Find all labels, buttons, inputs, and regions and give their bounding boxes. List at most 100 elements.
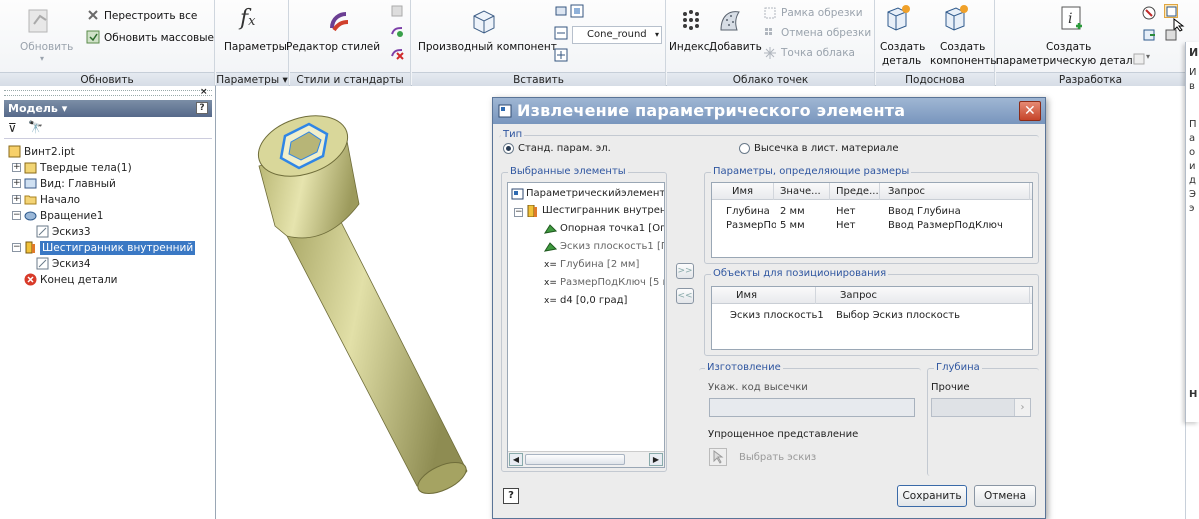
scroll-right-button[interactable]: ▶ — [649, 453, 663, 466]
col-prompt[interactable]: Запрос — [816, 287, 1030, 304]
dialog-close-button[interactable]: ✕ — [1019, 101, 1041, 121]
insert-small-icon-1[interactable] — [554, 4, 568, 18]
save-button[interactable]: Сохранить — [897, 485, 967, 507]
param-row-name[interactable]: РазмерПод — [726, 219, 776, 232]
dev-small-icon-1[interactable] — [1132, 52, 1146, 66]
derived-component-button[interactable]: Производный компонент — [418, 40, 557, 54]
col-value[interactable]: Значе... — [774, 183, 830, 200]
add-to-params-button[interactable]: >> — [676, 263, 694, 279]
selected-item[interactable]: Эскиз плоскость1 [Пл — [560, 240, 664, 254]
scroll-left-button[interactable]: ◀ — [509, 453, 523, 466]
help-button[interactable]: ? — [503, 488, 519, 504]
pos-row-name[interactable]: Эскиз плоскость1 — [730, 309, 824, 322]
create-param-part-icon[interactable]: i — [1056, 4, 1086, 34]
help-icon[interactable]: ? — [196, 102, 208, 114]
params-button[interactable]: Параметры — [224, 40, 287, 54]
radio-standard[interactable] — [503, 143, 514, 154]
scroll-thumb[interactable] — [525, 454, 625, 465]
col-name[interactable]: Имя — [712, 183, 774, 200]
collapse-icon[interactable]: − — [12, 211, 21, 220]
create-components-line1[interactable]: Создать — [940, 40, 985, 54]
insert-small-icon-2[interactable] — [570, 4, 584, 18]
group-params-label[interactable]: Параметры ▾ — [216, 72, 288, 86]
filter-icon[interactable]: ⊽ — [8, 121, 17, 135]
create-components-line2[interactable]: компоненты — [930, 54, 999, 68]
radio-sheet-punch-label[interactable]: Высечка в лист. материале — [754, 142, 898, 156]
selected-item[interactable]: Параметрическийэлемент6 — [526, 187, 664, 201]
fx-icon[interactable]: fx — [240, 6, 270, 36]
col-limit[interactable]: Преде... — [830, 183, 880, 200]
radio-standard-label[interactable]: Станд. парам. эл. — [518, 142, 611, 156]
selected-item[interactable]: РазмерПодКлюч [5 мм — [560, 276, 664, 290]
style-editor-button[interactable]: Редактор стилей — [286, 40, 380, 54]
panel-close-icon[interactable]: × — [200, 87, 208, 97]
param-row-limit[interactable]: Нет — [836, 219, 856, 232]
positioning-table[interactable]: Имя Запрос Эскиз плоскость1 Выбор Эскиз … — [711, 286, 1033, 350]
insert-small-icon-4[interactable] — [554, 48, 568, 62]
collapse-icon[interactable]: − — [514, 208, 523, 217]
index-icon[interactable] — [677, 6, 707, 36]
dev-dropdown-icon[interactable]: ▾ — [1146, 52, 1160, 66]
param-row-value[interactable]: 2 мм — [780, 205, 805, 218]
punch-id-input[interactable] — [709, 398, 915, 417]
crop-cancel-button[interactable]: Отмена обрезки — [781, 26, 871, 40]
browser-header[interactable]: Модель ▾ ? — [4, 100, 212, 117]
pick-sketch-button[interactable] — [709, 448, 727, 466]
dev-icon-mid[interactable] — [1142, 28, 1156, 42]
expand-icon[interactable]: + — [12, 195, 21, 204]
cancel-button[interactable]: Отмена — [974, 485, 1036, 507]
add-cloud-button[interactable]: Добавить — [709, 40, 762, 54]
collapse-icon[interactable]: − — [12, 243, 21, 252]
param-row-name[interactable]: Глубина — [726, 205, 770, 218]
param-row-prompt[interactable]: Ввод Глубина — [888, 205, 961, 218]
browser-title[interactable]: Модель ▾ — [8, 102, 67, 115]
style-editor-icon[interactable] — [324, 6, 354, 36]
dialog-title-bar[interactable]: Извлечение параметрического элемента ✕ — [493, 98, 1045, 124]
depth-select[interactable]: › — [931, 398, 1031, 417]
dev-icon-top[interactable] — [1142, 6, 1156, 20]
selected-item[interactable]: Глубина [2 мм] — [560, 258, 664, 272]
dev-icon-low[interactable] — [1164, 28, 1178, 42]
param-row-prompt[interactable]: Ввод РазмерПодКлюч — [888, 219, 1003, 232]
col-prompt[interactable]: Запрос — [880, 183, 1030, 200]
create-part-icon[interactable] — [884, 4, 912, 32]
extract-param-icon[interactable] — [1164, 4, 1178, 18]
remove-from-params-button[interactable]: << — [676, 288, 694, 304]
param-row-value[interactable]: 5 мм — [780, 219, 805, 232]
create-part-line1[interactable]: Создать — [880, 40, 925, 54]
expand-icon[interactable]: + — [12, 179, 21, 188]
update-icon[interactable] — [24, 6, 54, 36]
param-row-limit[interactable]: Нет — [836, 205, 856, 218]
h-scrollbar[interactable]: ◀ ▶ — [508, 451, 664, 467]
style-small-icon-1[interactable] — [390, 4, 404, 18]
add-cloud-icon[interactable] — [715, 6, 745, 36]
update-dropdown-icon[interactable]: ▾ — [40, 52, 44, 66]
panel-grip[interactable] — [4, 90, 212, 96]
create-param-part-line1[interactable]: Создать — [1046, 40, 1091, 54]
create-param-part-line2[interactable]: параметрическую деталь — [996, 54, 1139, 68]
selected-tree[interactable]: Параметрическийэлемент6 − Шестигранник в… — [507, 182, 665, 468]
index-button[interactable]: Индекс — [669, 40, 710, 54]
selected-item[interactable]: Опорная точка1 [Опо — [560, 222, 664, 236]
create-part-line2[interactable]: деталь — [882, 54, 921, 68]
update-button[interactable]: Обновить — [20, 40, 73, 54]
selected-item[interactable]: Шестигранник внутренни — [542, 204, 664, 218]
expand-icon[interactable]: + — [12, 163, 21, 172]
derived-component-icon[interactable] — [468, 6, 498, 36]
selected-item[interactable]: d4 [0,0 град] — [560, 294, 664, 308]
update-mass-button[interactable]: Обновить массовые — [104, 31, 214, 45]
style-small-icon-3[interactable] — [390, 46, 404, 60]
radio-sheet-punch[interactable] — [739, 143, 750, 154]
col-name[interactable]: Имя — [712, 287, 816, 304]
style-small-icon-2[interactable] — [390, 24, 404, 38]
cone-dropdown[interactable]: Cone_round ▾ — [572, 26, 662, 44]
crop-frame-button[interactable]: Рамка обрезки — [781, 6, 863, 20]
cloud-point-button[interactable]: Точка облака — [781, 46, 855, 60]
find-icon[interactable]: 🔭 — [28, 120, 43, 134]
params-table[interactable]: Имя Значе... Преде... Запрос Глубина 2 м… — [711, 182, 1033, 258]
pick-sketch-label[interactable]: Выбрать эскиз — [739, 451, 816, 465]
create-components-icon[interactable] — [942, 4, 970, 32]
rebuild-all-button[interactable]: Перестроить все — [104, 9, 197, 23]
pos-row-prompt[interactable]: Выбор Эскиз плоскость — [836, 309, 960, 322]
insert-small-icon-3[interactable] — [554, 26, 568, 40]
